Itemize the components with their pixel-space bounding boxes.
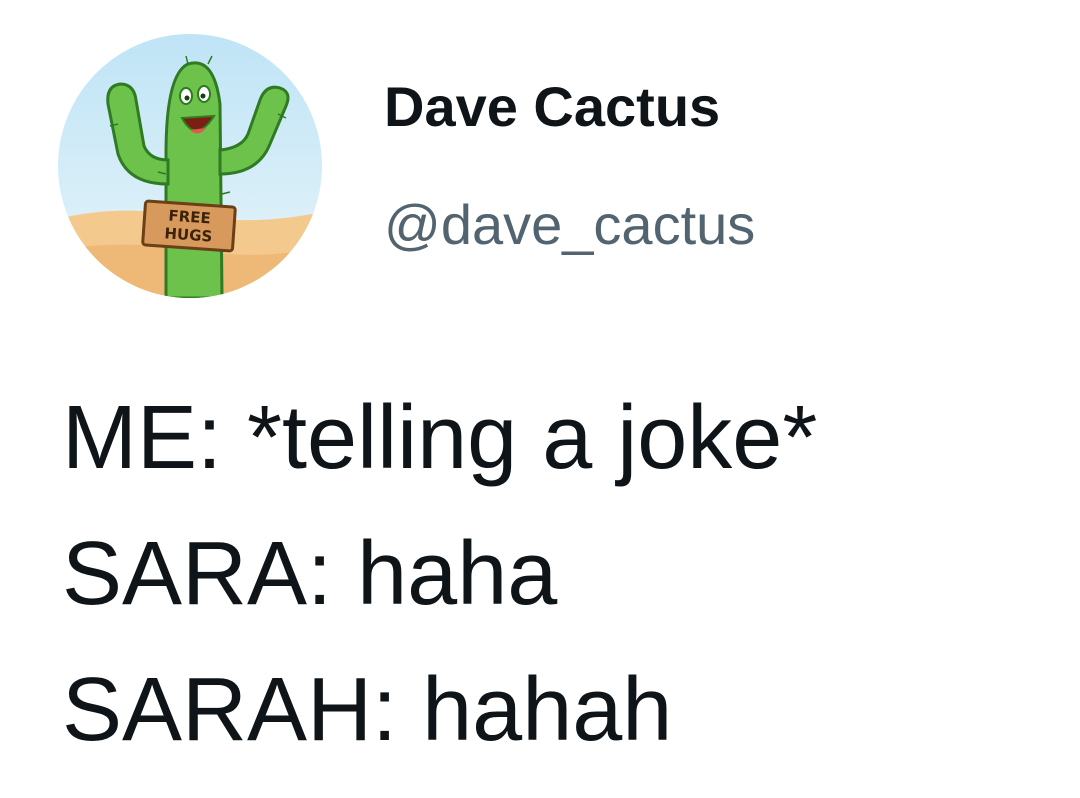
author-display-name[interactable]: Dave Cactus	[384, 72, 755, 142]
tweet-line: SARA: haha	[62, 524, 558, 624]
profile-avatar[interactable]: FREE HUGS	[58, 34, 322, 298]
tweet-line: ME: *telling a joke*	[62, 388, 818, 488]
tweet-text: ME: *telling a joke* SARA: haha SARAH: h…	[62, 370, 817, 778]
tweet-card: FREE HUGS Dave Cactus @dave_cactus ME: *…	[0, 0, 1080, 798]
author-handle[interactable]: @dave_cactus	[384, 190, 755, 260]
author-info: Dave Cactus @dave_cactus	[384, 72, 755, 260]
cactus-avatar-image: FREE HUGS	[58, 34, 322, 298]
tweet-line: SARAH: hahah	[62, 660, 673, 760]
svg-text:HUGS: HUGS	[164, 224, 213, 245]
